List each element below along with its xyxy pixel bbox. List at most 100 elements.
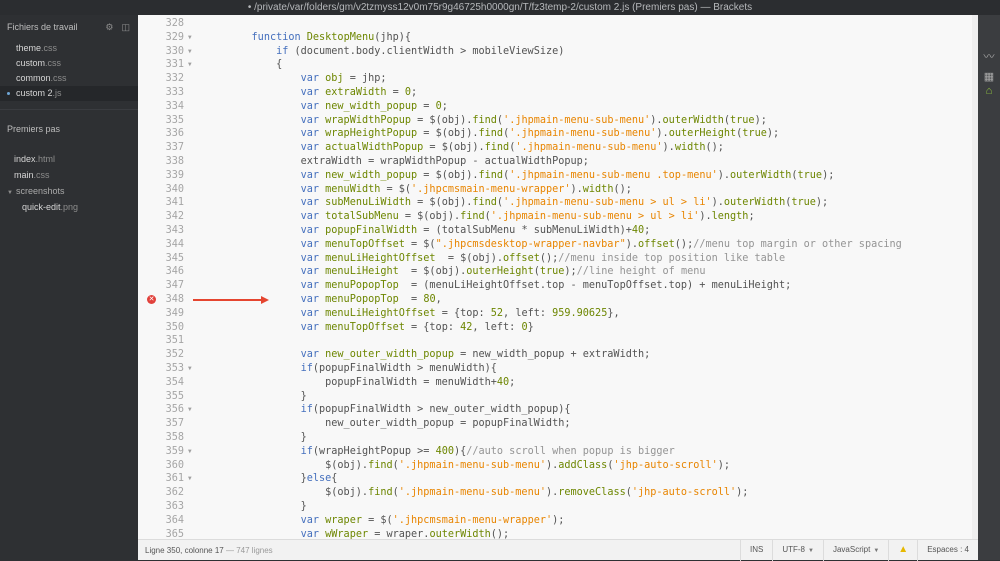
line-number: 329	[165, 31, 184, 43]
code-text: var obj = jhp;	[300, 73, 387, 85]
code-line[interactable]: 338 extraWidth = wrapWidthPopup - actual…	[138, 155, 978, 169]
code-text: var wWraper = wraper.outerWidth();	[300, 528, 510, 539]
code-text: }	[227, 432, 307, 443]
code-line[interactable]: 351	[138, 334, 978, 348]
linter-status[interactable]: ▲	[888, 539, 917, 561]
code-line[interactable]: 334 var new_width_popup = 0;	[138, 100, 978, 114]
code-text: var subMenuLiWidth = $(obj).find('.jhpma…	[300, 197, 829, 209]
code-line[interactable]: 332 var obj = jhp;	[138, 72, 978, 86]
code-text: if(popupFinalWidth > new_outer_width_pop…	[300, 404, 571, 416]
line-number: 345	[165, 252, 184, 264]
language-select[interactable]: JavaScript ▼	[822, 539, 888, 561]
line-number: 365	[165, 528, 184, 539]
indent-setting[interactable]: Espaces : 4	[917, 539, 978, 561]
right-toolbar: 〰 ▦ ⌂	[978, 15, 1000, 560]
code-line[interactable]: 345 var menuLiHeightOffset = $(obj).offs…	[138, 252, 978, 266]
code-line[interactable]: 344 var menuTopOffset = $(".jhpcmsdeskto…	[138, 238, 978, 252]
sidebar: Fichiers de travail ⚙ ◫ theme.css custom.…	[0, 15, 138, 560]
code-line[interactable]: 361 ▼ }else{	[138, 472, 978, 486]
code-line[interactable]: 331 ▼ {	[138, 58, 978, 72]
code-line[interactable]: 333 var extraWidth = 0;	[138, 86, 978, 100]
code-text: function DesktopMenu(jhp){	[251, 31, 412, 43]
working-file-item[interactable]: custom 2.js	[0, 86, 138, 101]
code-line[interactable]: 328	[138, 17, 978, 31]
code-line[interactable]: 349 var menuLiHeightOffset = {top: 52, l…	[138, 307, 978, 321]
code-line[interactable]: 336 var wrapHeightPopup = $(obj).find('.…	[138, 127, 978, 141]
code-line[interactable]: 355 }	[138, 390, 978, 404]
fold-toggle-icon[interactable]: ▼	[188, 362, 192, 376]
chevron-down-icon: ▼	[873, 547, 880, 554]
code-text: {	[227, 59, 283, 71]
fold-toggle-icon[interactable]: ▼	[188, 58, 192, 72]
code-line[interactable]: 360 $(obj).find('.jhpmain-menu-sub-menu'…	[138, 459, 978, 473]
code-line[interactable]: 329 ▼ function DesktopMenu(jhp){	[138, 31, 978, 45]
code-line[interactable]: 358 }	[138, 431, 978, 445]
code-line[interactable]: 343 var popupFinalWidth = (totalSubMenu …	[138, 224, 978, 238]
code-text: var extraWidth = 0;	[300, 87, 418, 98]
tree-file[interactable]: quick-edit.png	[0, 199, 138, 215]
code-text: var totalSubMenu = $(obj).find('.jhpmain…	[300, 211, 755, 223]
split-view-icon[interactable]: ◫	[121, 22, 130, 33]
tree-file[interactable]: main.css	[0, 167, 138, 183]
code-line[interactable]: 363 }	[138, 500, 978, 514]
code-line[interactable]: 340 var menuWidth = $('.jhpcmsmain-menu-…	[138, 183, 978, 197]
fold-toggle-icon[interactable]: ▼	[188, 445, 192, 459]
code-text: if(popupFinalWidth > menuWidth){	[300, 363, 497, 374]
code-line[interactable]: 346 var menuLiHeight = $(obj).outerHeigh…	[138, 265, 978, 279]
line-number: 360	[165, 459, 184, 471]
code-line[interactable]: 353 ▼ if(popupFinalWidth > menuWidth){	[138, 362, 978, 376]
code-line[interactable]: 362 $(obj).find('.jhpmain-menu-sub-menu'…	[138, 486, 978, 500]
code-line[interactable]: 330 ▼ if (document.body.clientWidth > mob…	[138, 45, 978, 59]
git-icon[interactable]: ⌂	[983, 85, 995, 97]
project-tree: index.html main.css ▼ screenshots quick-edit…	[0, 151, 138, 215]
chevron-down-icon: ▼	[808, 547, 814, 554]
code-editor[interactable]: 328 329 ▼ function DesktopMenu(jhp){ 330 ▼ i…	[138, 15, 978, 539]
line-number: 349	[165, 307, 184, 319]
code-line[interactable]: 354 popupFinalWidth = menuWidth+40;	[138, 376, 978, 390]
fold-toggle-icon[interactable]: ▼	[188, 403, 192, 417]
encoding-select[interactable]: UTF-8 ▼	[772, 539, 823, 561]
code-text: var new_outer_width_popup = new_width_po…	[300, 349, 651, 361]
line-number: 333	[165, 87, 184, 98]
cursor-position[interactable]: Ligne 350, colonne 17 — 747 lignes	[138, 546, 740, 555]
code-line[interactable]: 341 var subMenuLiWidth = $(obj).find('.j…	[138, 196, 978, 210]
line-number: 362	[165, 487, 184, 499]
line-number: 336	[165, 128, 184, 140]
fold-toggle-icon[interactable]: ▼	[188, 31, 192, 45]
code-text: var wrapWidthPopup = $(obj).find('.jhpma…	[300, 114, 767, 126]
code-line[interactable]: 352 var new_outer_width_popup = new_widt…	[138, 348, 978, 362]
code-line[interactable]: 356 ▼ if(popupFinalWidth > new_outer_widt…	[138, 403, 978, 417]
code-line[interactable]: 364 var wraper = $('.jhpcmsmain-menu-wra…	[138, 514, 978, 528]
working-file-item[interactable]: common.css	[0, 71, 138, 86]
live-preview-icon[interactable]: 〰	[983, 51, 995, 63]
code-line[interactable]: 347 var menuPopopTop = (menuLiHeightOffs…	[138, 279, 978, 293]
fold-toggle-icon[interactable]: ▼	[188, 472, 192, 486]
line-number: 356	[165, 404, 184, 416]
line-number: 351	[165, 335, 184, 347]
line-number: 363	[165, 501, 184, 512]
project-title[interactable]: Premiers pas	[0, 117, 138, 141]
code-text: }	[227, 390, 307, 402]
code-line[interactable]: 350 var menuTopOffset = {top: 42, left: …	[138, 321, 978, 335]
working-file-item[interactable]: custom.css	[0, 56, 138, 71]
working-file-item[interactable]: theme.css	[0, 41, 138, 56]
code-line[interactable]: 365 var wWraper = wraper.outerWidth();	[138, 528, 978, 539]
line-number: 353	[165, 363, 184, 374]
code-line[interactable]: 342 var totalSubMenu = $(obj).find('.jhp…	[138, 210, 978, 224]
line-number: 361	[165, 473, 184, 485]
tree-folder[interactable]: ▼ screenshots	[0, 183, 138, 199]
warning-icon: ▲	[898, 543, 909, 555]
code-line[interactable]: 339 var new_width_popup = $(obj).find('.…	[138, 169, 978, 183]
code-line[interactable]: 357 new_outer_width_popup = popupFinalWi…	[138, 417, 978, 431]
code-text: var new_width_popup = 0;	[300, 100, 448, 112]
extension-manager-icon[interactable]: ▦	[983, 71, 995, 83]
gear-icon[interactable]: ⚙	[105, 22, 113, 33]
insert-mode-toggle[interactable]: INS	[740, 539, 772, 561]
line-number: 352	[165, 349, 184, 361]
tree-file[interactable]: index.html	[0, 151, 138, 167]
code-line[interactable]: 335 var wrapWidthPopup = $(obj).find('.j…	[138, 114, 978, 128]
line-number: 331	[165, 59, 184, 71]
code-line[interactable]: 337 var actualWidthPopup = $(obj).find('…	[138, 141, 978, 155]
fold-toggle-icon[interactable]: ▼	[188, 45, 192, 59]
code-line[interactable]: 359 ▼ if(wrapHeightPopup >= 400){//auto s…	[138, 445, 978, 459]
